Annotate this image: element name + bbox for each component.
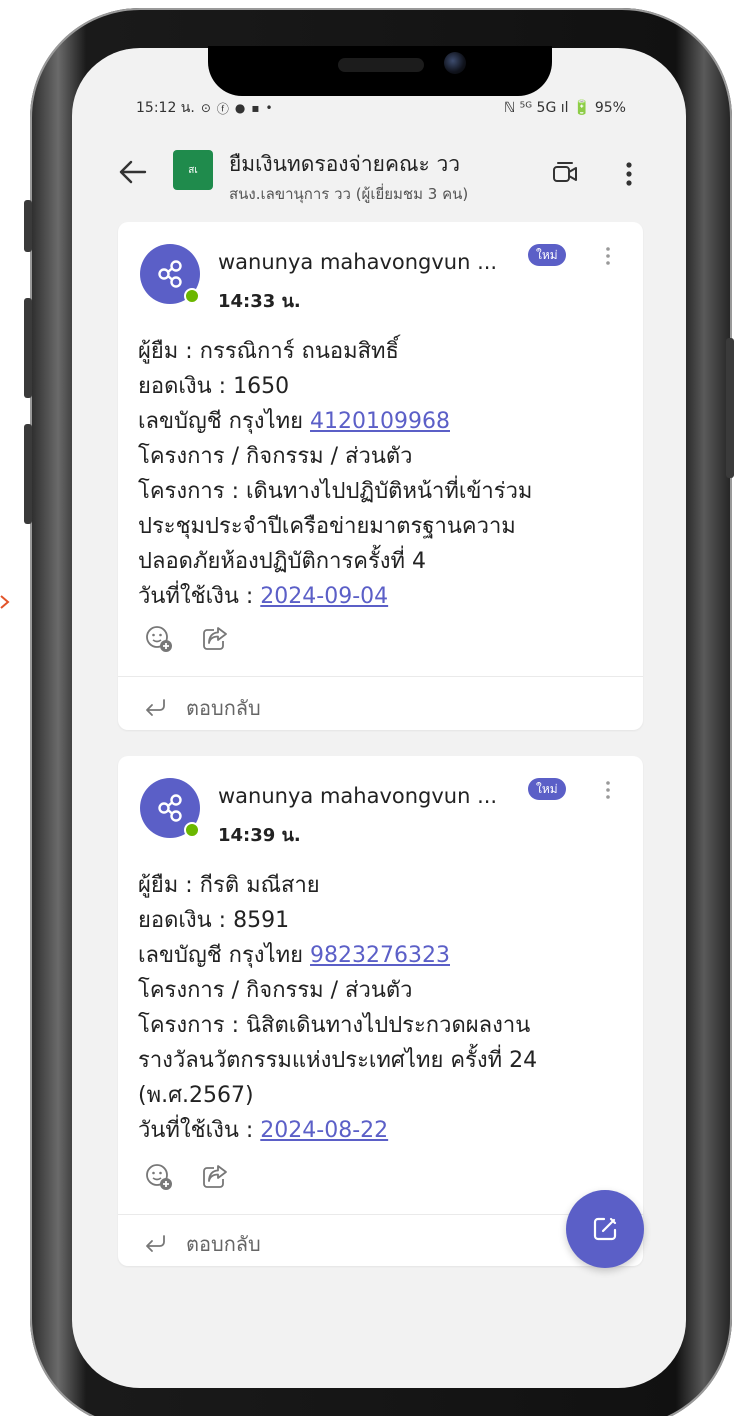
message-time: 14:39 น.: [218, 825, 301, 846]
video-call-icon[interactable]: [551, 160, 579, 188]
message-line: โครงการ / กิจกรรม / ส่วนตัว: [138, 444, 413, 469]
page-title: ยืมเงินทดรองจ่ายคณะ วว: [229, 152, 461, 176]
account-number-link[interactable]: 9823276323: [310, 943, 450, 968]
divider: [118, 676, 643, 677]
account-number-link[interactable]: 4120109968: [310, 409, 450, 434]
chat-icon: ●: [234, 101, 246, 115]
reply-button[interactable]: ตอบกลับ: [144, 1228, 261, 1260]
message-more-icon[interactable]: [605, 780, 611, 800]
message-line: ยอดเงิน : 8591: [138, 908, 290, 933]
message-line: เลขบัญชี กรุงไทย 9823276323: [138, 938, 608, 973]
message-line: โครงการ / กิจกรรม / ส่วนตัว: [138, 978, 413, 1003]
notch: [208, 46, 552, 96]
new-badge: ใหม่: [528, 778, 566, 800]
new-badge: ใหม่: [528, 244, 566, 266]
status-time: 15:12 น.: [136, 100, 195, 116]
add-reaction-icon[interactable]: [144, 624, 174, 654]
compose-icon: [593, 1217, 617, 1241]
share-icon[interactable]: [200, 1162, 230, 1192]
date-link[interactable]: 2024-09-04: [260, 584, 388, 609]
message-line: โครงการ : เดินทางไปปฏิบัติหน้าที่เข้าร่ว…: [138, 479, 533, 504]
message-line: วันที่ใช้เงิน : 2024-09-04: [138, 579, 608, 614]
message-line-text: วันที่ใช้เงิน :: [138, 1118, 261, 1143]
message-body: ผู้ยืม : กีรติ มณีสาย ยอดเงิน : 8591 เลข…: [138, 868, 608, 1148]
message-more-icon[interactable]: [605, 246, 611, 266]
message-line: วันที่ใช้เงิน : 2024-08-22: [138, 1113, 608, 1148]
message-card[interactable]: wanunya mahavongvun ... ใหม่ 14:33 น. ผู…: [118, 222, 643, 730]
chevron-right-icon: [0, 595, 10, 609]
back-arrow-icon[interactable]: [115, 154, 151, 190]
message-time: 14:33 น.: [218, 291, 301, 312]
message-line-text: วันที่ใช้เงิน :: [138, 584, 261, 609]
message-card[interactable]: wanunya mahavongvun ... ใหม่ 14:39 น. ผู…: [118, 756, 643, 1266]
message-line-text: เลขบัญชี กรุงไทย: [138, 409, 311, 434]
share-nodes-icon: [158, 260, 182, 288]
page-subtitle: สนง.เลขานุการ วว (ผู้เยี่ยมชม 3 คน): [229, 185, 469, 203]
reply-label: ตอบกลับ: [186, 1232, 261, 1256]
facebook-icon: ⓕ: [216, 101, 229, 116]
message-line: ปลอดภัยห้องปฏิบัติการครั้งที่ 4: [138, 549, 427, 574]
link-icon: ⊙: [200, 101, 211, 115]
share-nodes-icon: [158, 794, 182, 822]
phone-side-button: [726, 338, 734, 478]
message-body: ผู้ยืม : กรรณิการ์ ถนอมสิทธิ์ ยอดเงิน : …: [138, 334, 608, 614]
more-options-icon[interactable]: [625, 160, 633, 188]
phone-side-button: [24, 424, 32, 524]
sender-name[interactable]: wanunya mahavongvun ...: [218, 784, 497, 808]
message-line: ผู้ยืม : กรรณิการ์ ถนอมสิทธิ์: [138, 339, 399, 364]
message-line-text: เลขบัญชี กรุงไทย: [138, 943, 311, 968]
status-bar: 15:12 น. ⊙ ⓕ ● ▪ • ℕ ⁵ᴳ 5G ıl 🔋 95%: [136, 98, 626, 118]
status-right-indicators: ℕ ⁵ᴳ 5G ıl 🔋 95%: [504, 100, 626, 116]
presence-available-badge: [184, 822, 200, 838]
message-line: ประชุมประจำปีเครือข่ายมาตรฐานความ: [138, 514, 516, 539]
reply-arrow-icon: [146, 1235, 165, 1252]
sender-name[interactable]: wanunya mahavongvun ...: [218, 250, 497, 274]
reply-button[interactable]: ตอบกลับ: [144, 692, 261, 724]
chat-header: สเ ยืมเงินทดรองจ่ายคณะ วว สนง.เลขานุการ …: [95, 140, 666, 210]
phone-side-button: [24, 298, 32, 398]
message-line: ผู้ยืม : กีรติ มณีสาย: [138, 873, 320, 898]
reply-arrow-icon: [146, 699, 165, 716]
share-icon[interactable]: [200, 624, 230, 654]
team-avatar[interactable]: สเ: [173, 150, 213, 190]
dot-icon: •: [265, 101, 273, 115]
speaker: [338, 58, 424, 72]
message-line: เลขบัญชี กรุงไทย 4120109968: [138, 404, 608, 439]
divider: [118, 1214, 643, 1215]
reply-label: ตอบกลับ: [186, 696, 261, 720]
compose-button[interactable]: [566, 1190, 644, 1268]
front-camera: [444, 52, 466, 74]
presence-available-badge: [184, 288, 200, 304]
app-icon: ▪: [251, 101, 260, 115]
message-line: รางวัลนวัตกรรมแห่งประเทศไทย ครั้งที่ 24: [138, 1048, 538, 1073]
date-link[interactable]: 2024-08-22: [260, 1118, 388, 1143]
message-line: (พ.ศ.2567): [138, 1083, 254, 1108]
message-line: โครงการ : นิสิตเดินทางไปประกวดผลงาน: [138, 1013, 531, 1038]
message-line: ยอดเงิน : 1650: [138, 374, 290, 399]
add-reaction-icon[interactable]: [144, 1162, 174, 1192]
phone-side-button: [24, 200, 32, 252]
